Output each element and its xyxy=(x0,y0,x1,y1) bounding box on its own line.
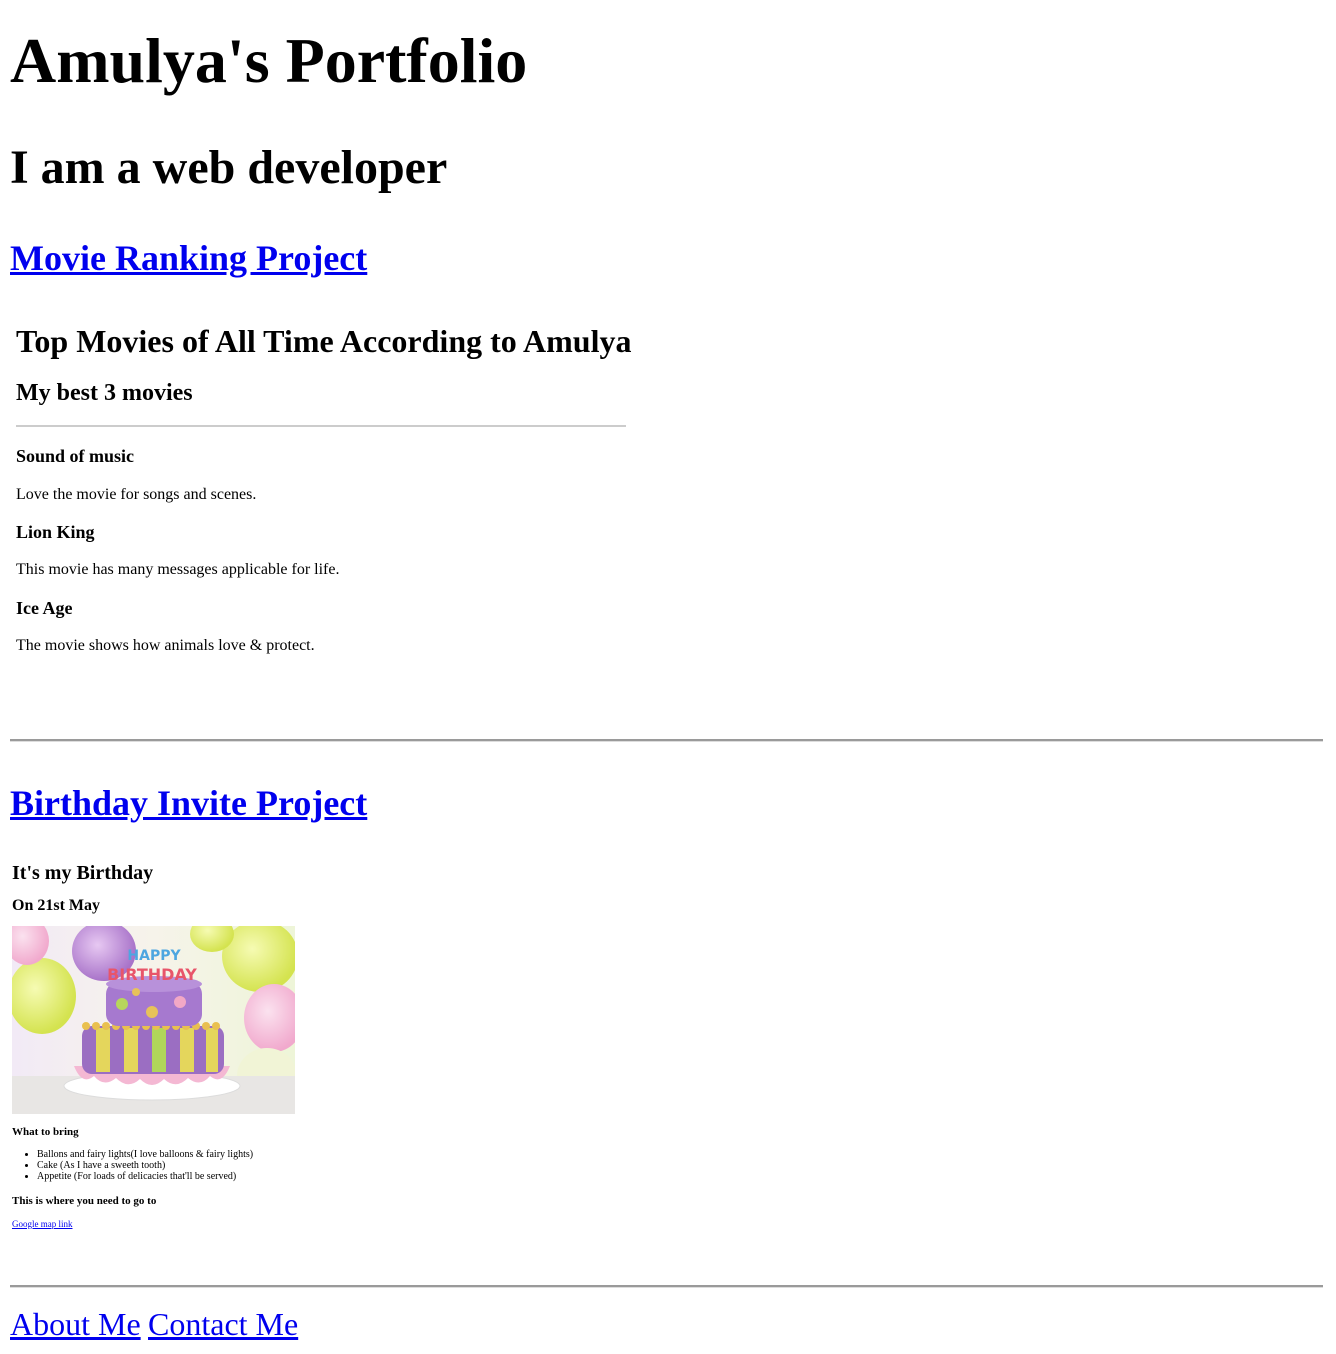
list-item: Cake (As I have a sweeth tooth) xyxy=(37,1160,253,1171)
about-me-link[interactable]: About Me xyxy=(10,1306,141,1342)
movie-name: Ice Age xyxy=(16,598,73,618)
birthday-heading: It's my Birthday xyxy=(12,862,154,884)
movie-name: Sound of music xyxy=(16,446,135,466)
movie-ranking-project-link[interactable]: Movie Ranking Project xyxy=(10,236,367,280)
what-to-bring-heading: What to bring xyxy=(12,1126,79,1138)
birthday-invite-project-link[interactable]: Birthday Invite Project xyxy=(10,781,367,825)
list-item: Appetite (For loads of delicacies that'l… xyxy=(37,1171,253,1182)
google-map-link[interactable]: Google map link xyxy=(12,1219,73,1230)
cake-happy-text: HAPPY xyxy=(127,948,181,964)
movie-divider xyxy=(16,425,626,427)
movie-page-subtitle: My best 3 movies xyxy=(16,380,193,406)
list-item: Ballons and fairy lights(I love balloons… xyxy=(37,1149,253,1160)
movie-name: Lion King xyxy=(16,522,95,542)
birthday-date: On 21st May xyxy=(12,897,100,914)
page-subtitle: I am a web developer xyxy=(10,141,448,194)
movie-ranking-embed: Top Movies of All Time According to Amul… xyxy=(10,312,634,712)
portfolio-page: Amulya's Portfolio I am a web developer … xyxy=(0,0,1336,1354)
where-to-go-heading: This is where you need to go to xyxy=(12,1195,157,1207)
bring-list: Ballons and fairy lights(I love balloons… xyxy=(12,1149,253,1182)
movie-description: The movie shows how animals love & prote… xyxy=(16,637,315,654)
page-title: Amulya's Portfolio xyxy=(10,25,528,96)
cake-birthday-text: BIRTHDAY xyxy=(107,965,197,984)
contact-me-link[interactable]: Contact Me xyxy=(148,1306,298,1342)
section-divider xyxy=(10,1285,1323,1288)
section-divider xyxy=(10,739,1323,742)
movie-description: Love the movie for songs and scenes. xyxy=(16,486,257,503)
birthday-cake-image: HAPPY BIRTHDAY xyxy=(12,926,295,1114)
movie-page-title: Top Movies of All Time According to Amul… xyxy=(16,323,632,359)
movie-description: This movie has many messages applicable … xyxy=(16,561,340,578)
